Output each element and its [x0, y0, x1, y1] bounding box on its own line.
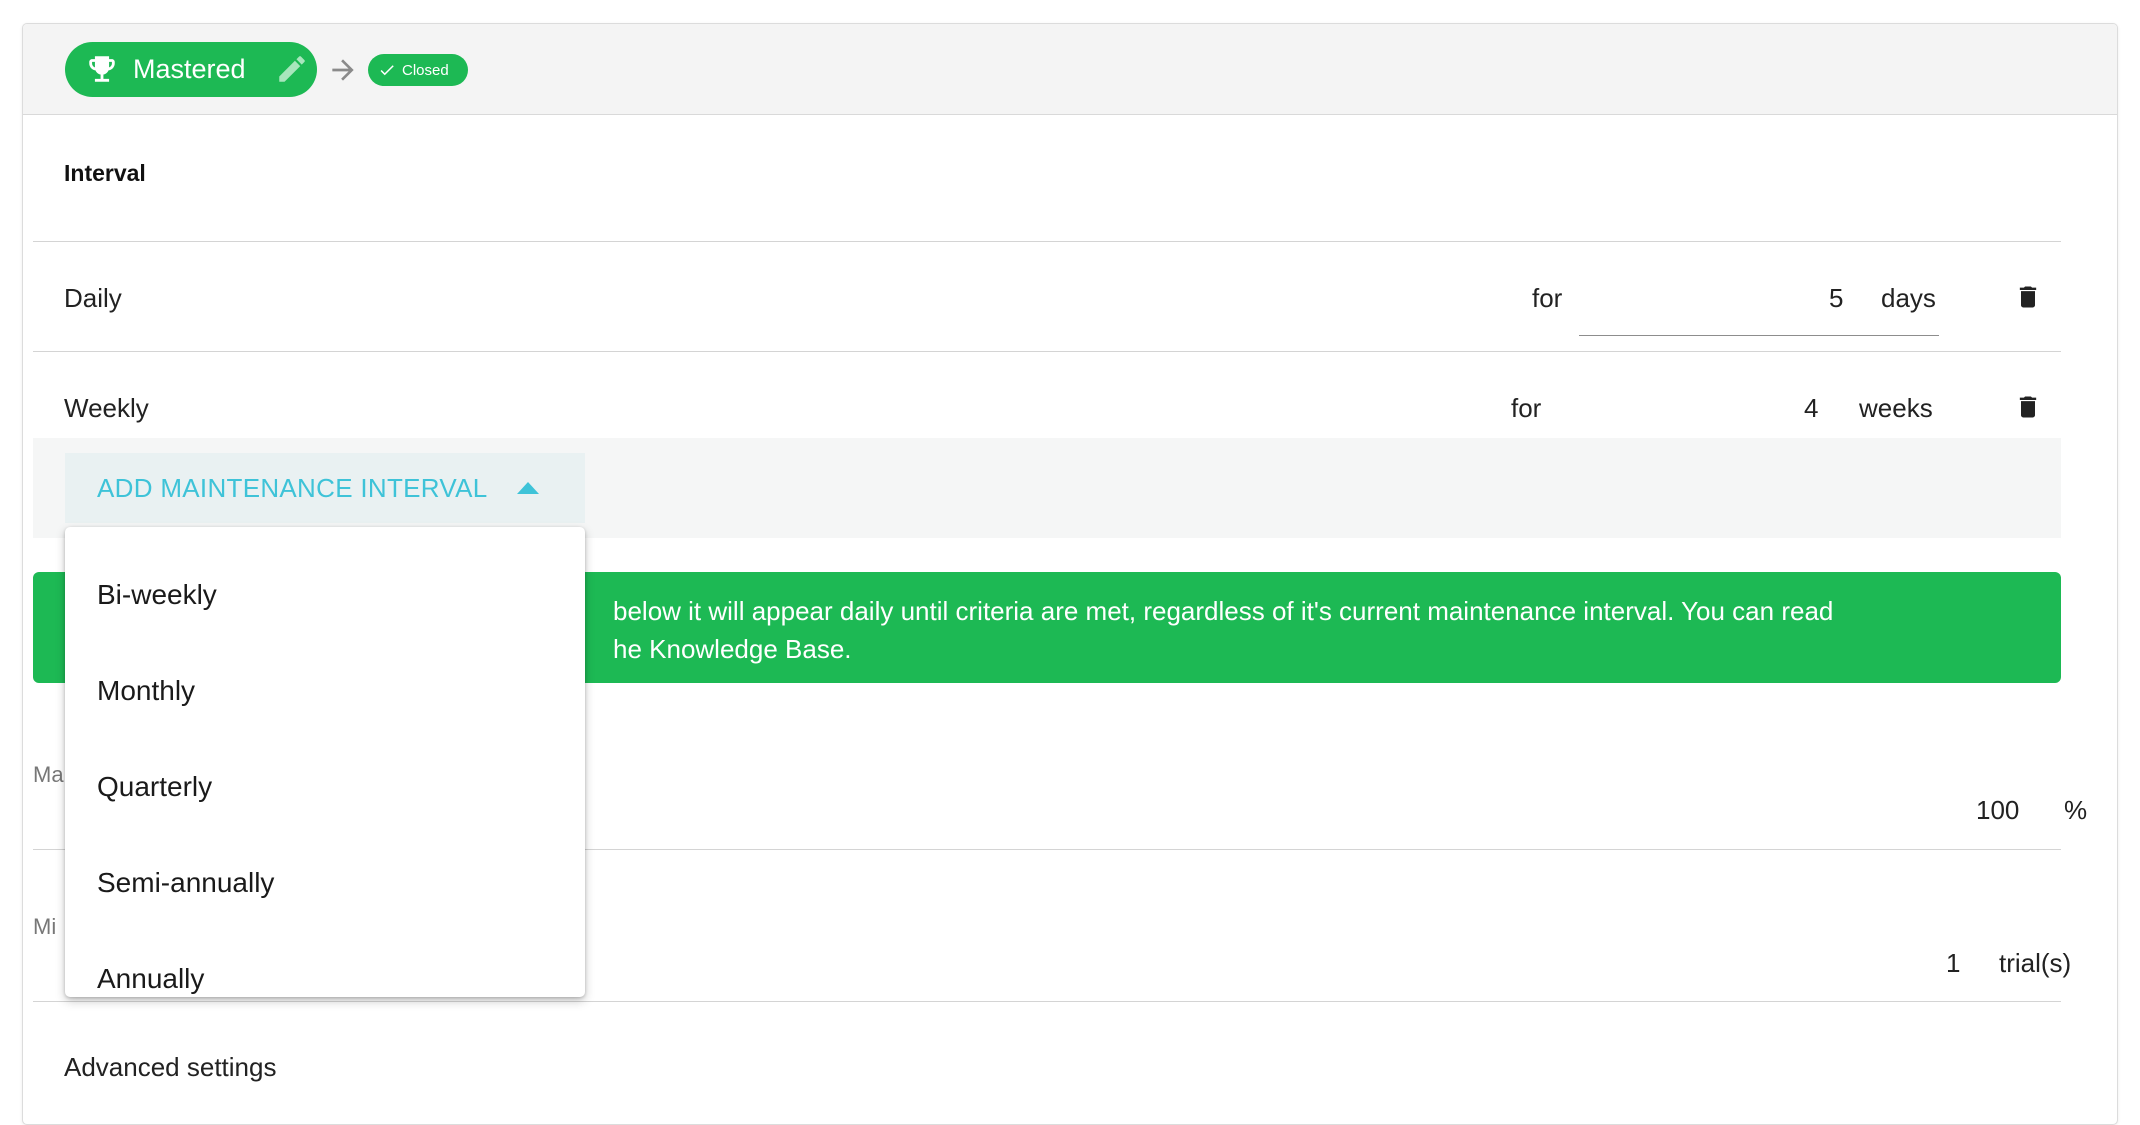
- interval-heading: Interval: [64, 160, 146, 186]
- weekly-duration-value: 4: [1804, 393, 1819, 423]
- field-unit: %: [2064, 795, 2088, 825]
- dropdown-option-bi-weekly[interactable]: Bi-weekly: [97, 579, 217, 611]
- divider: [33, 351, 2061, 352]
- status-label: Closed: [402, 62, 449, 79]
- field-unit: trial(s): [1999, 948, 2072, 978]
- banner-text-line1: below it will appear daily until criteri…: [613, 596, 1834, 626]
- check-icon: [380, 65, 394, 76]
- dropdown-option-monthly[interactable]: Monthly: [97, 675, 195, 707]
- weekly-duration-unit: weeks: [1859, 393, 1933, 423]
- advanced-settings-toggle[interactable]: Advanced settings: [64, 1052, 276, 1083]
- stage-chip[interactable]: Mastered: [65, 42, 317, 97]
- add-interval-label: ADD MAINTENANCE INTERVAL: [97, 473, 488, 503]
- dropdown-option-quarterly[interactable]: Quarterly: [97, 771, 212, 803]
- stage-label: Mastered: [133, 54, 246, 84]
- field-label: Mi: [33, 914, 57, 939]
- status-badge[interactable]: Closed: [368, 54, 468, 86]
- add-maintenance-interval-button[interactable]: ADD MAINTENANCE INTERVAL: [65, 453, 585, 523]
- banner-text-line2: he Knowledge Base.: [613, 634, 852, 664]
- for-label: for: [1532, 283, 1563, 313]
- pencil-icon[interactable]: [275, 52, 309, 86]
- interval-row-daily-label: Daily: [64, 283, 122, 313]
- caret-up-icon: [517, 482, 539, 494]
- arrow-right-icon: [332, 59, 354, 81]
- daily-duration-unit: days: [1881, 283, 1936, 313]
- interval-row-weekly-label: Weekly: [64, 393, 149, 423]
- field-label: Ma: [33, 762, 64, 787]
- delete-icon[interactable]: [2014, 391, 2042, 423]
- for-label: for: [1511, 393, 1542, 423]
- field-underline: [33, 1001, 2061, 1002]
- dropdown-option-annually[interactable]: Annually: [97, 963, 204, 995]
- interval-dropdown-menu: Bi-weekly Monthly Quarterly Semi-annuall…: [65, 527, 585, 997]
- daily-duration-value: 5: [1829, 283, 1844, 313]
- dropdown-option-semi-annually[interactable]: Semi-annually: [97, 867, 274, 899]
- trophy-icon: [89, 56, 115, 82]
- card-header: Mastered Closed: [23, 24, 2117, 115]
- daily-duration-input[interactable]: 5 days: [1579, 283, 1939, 336]
- field-value[interactable]: 1: [1946, 948, 1960, 979]
- divider: [33, 241, 2061, 242]
- field-value[interactable]: 100: [1976, 795, 2019, 826]
- delete-icon[interactable]: [2014, 281, 2042, 313]
